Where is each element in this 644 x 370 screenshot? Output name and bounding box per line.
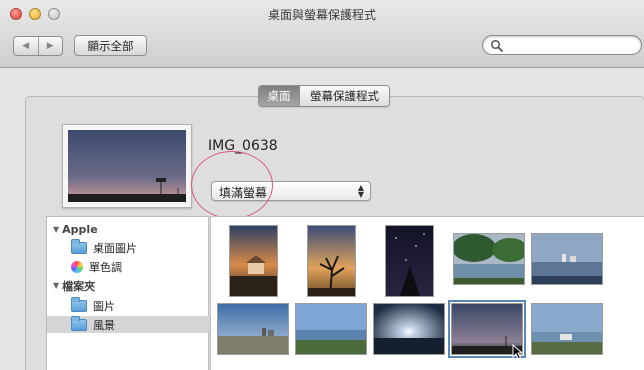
thumbnail-image: [452, 234, 528, 284]
annotation-circle: [191, 151, 273, 219]
thumbnail-image: [532, 304, 602, 354]
source-item-landscape[interactable]: 風景: [47, 315, 210, 333]
triangle-left-icon: ◀: [22, 41, 30, 51]
disclosure-triangle-icon: ▼: [53, 281, 60, 290]
wallpaper-thumbnail-shore-pavilion[interactable]: [531, 303, 603, 355]
source-item-pictures[interactable]: 圖片: [47, 296, 210, 314]
window-title: 桌面與螢幕保護程式: [267, 8, 376, 22]
show-all-button[interactable]: 顯示全部: [74, 35, 147, 56]
preferences-window: 桌面與螢幕保護程式 ◀ ▶ 顯示全部 桌面 螢幕保護程式 IMG_0638 填滿…: [0, 0, 644, 370]
thumbnail-image: [296, 304, 366, 354]
source-item-label: 桌面圖片: [93, 241, 137, 255]
wallpaper-thumbnail-grid: [210, 216, 644, 370]
thumbnail-image: [386, 226, 433, 296]
wallpaper-thumbnail-moon-horizon[interactable]: [373, 303, 445, 355]
thumbnail-image: [218, 304, 288, 354]
triangle-right-icon: ▶: [46, 41, 54, 51]
thumbnail-image: [532, 234, 602, 284]
source-group-label: Apple: [62, 223, 98, 236]
folder-icon: [71, 315, 87, 331]
color-wheel-icon: [71, 260, 83, 273]
source-item-desktop-pictures[interactable]: 桌面圖片: [47, 238, 210, 256]
mouse-cursor-icon: [512, 344, 524, 360]
back-forward-control: ◀ ▶: [13, 36, 63, 56]
source-group-folders[interactable]: ▼ 檔案夾: [47, 277, 210, 294]
disclosure-triangle-icon: ▼: [53, 225, 60, 234]
tab-bar: 桌面 螢幕保護程式: [258, 85, 390, 107]
wallpaper-thumbnail-city-skyline[interactable]: [217, 303, 289, 355]
wallpaper-thumbnail-lakeside[interactable]: [295, 303, 367, 355]
thumbnail-image: [308, 226, 355, 297]
search-icon: [490, 39, 503, 52]
wallpaper-thumbnail-harbor-city[interactable]: [531, 233, 603, 285]
folder-icon: [71, 296, 87, 312]
wallpaper-thumbnail-river-trees[interactable]: [452, 233, 528, 285]
forward-button[interactable]: ▶: [37, 37, 63, 55]
source-item-label: 圖片: [93, 299, 115, 313]
folder-icon: [71, 238, 87, 254]
source-group-label: 檔案夾: [62, 279, 96, 293]
source-group-apple[interactable]: ▼ Apple: [47, 221, 210, 238]
thumbnail-image: [230, 226, 277, 296]
wallpaper-thumbnail-sunset-house[interactable]: [229, 225, 278, 297]
wallpaper-thumbnail-starry-sky[interactable]: [385, 225, 434, 297]
back-button[interactable]: ◀: [14, 37, 38, 55]
select-arrows-icon: ▲ ▼: [357, 183, 364, 199]
source-item-label: 風景: [93, 318, 115, 332]
tab-screen-saver[interactable]: 螢幕保護程式: [299, 86, 389, 106]
source-item-label: 單色調: [89, 260, 122, 274]
toolbar: 桌面與螢幕保護程式 ◀ ▶ 顯示全部: [0, 0, 644, 68]
source-item-solid-colors[interactable]: 單色調: [47, 258, 210, 275]
wallpaper-thumbnail-dusk-field[interactable]: [448, 300, 526, 360]
current-wallpaper-preview: [62, 124, 192, 208]
search-input[interactable]: [482, 35, 642, 55]
source-list: ▼ Apple 桌面圖片 單色調 ▼ 檔案夾 圖片 風景: [46, 216, 210, 370]
tab-desktop[interactable]: 桌面: [259, 86, 299, 106]
wallpaper-thumbnail-tree-silhouette[interactable]: [307, 225, 356, 297]
wallpaper-preview-image: [68, 130, 186, 202]
thumbnail-image: [374, 304, 444, 354]
